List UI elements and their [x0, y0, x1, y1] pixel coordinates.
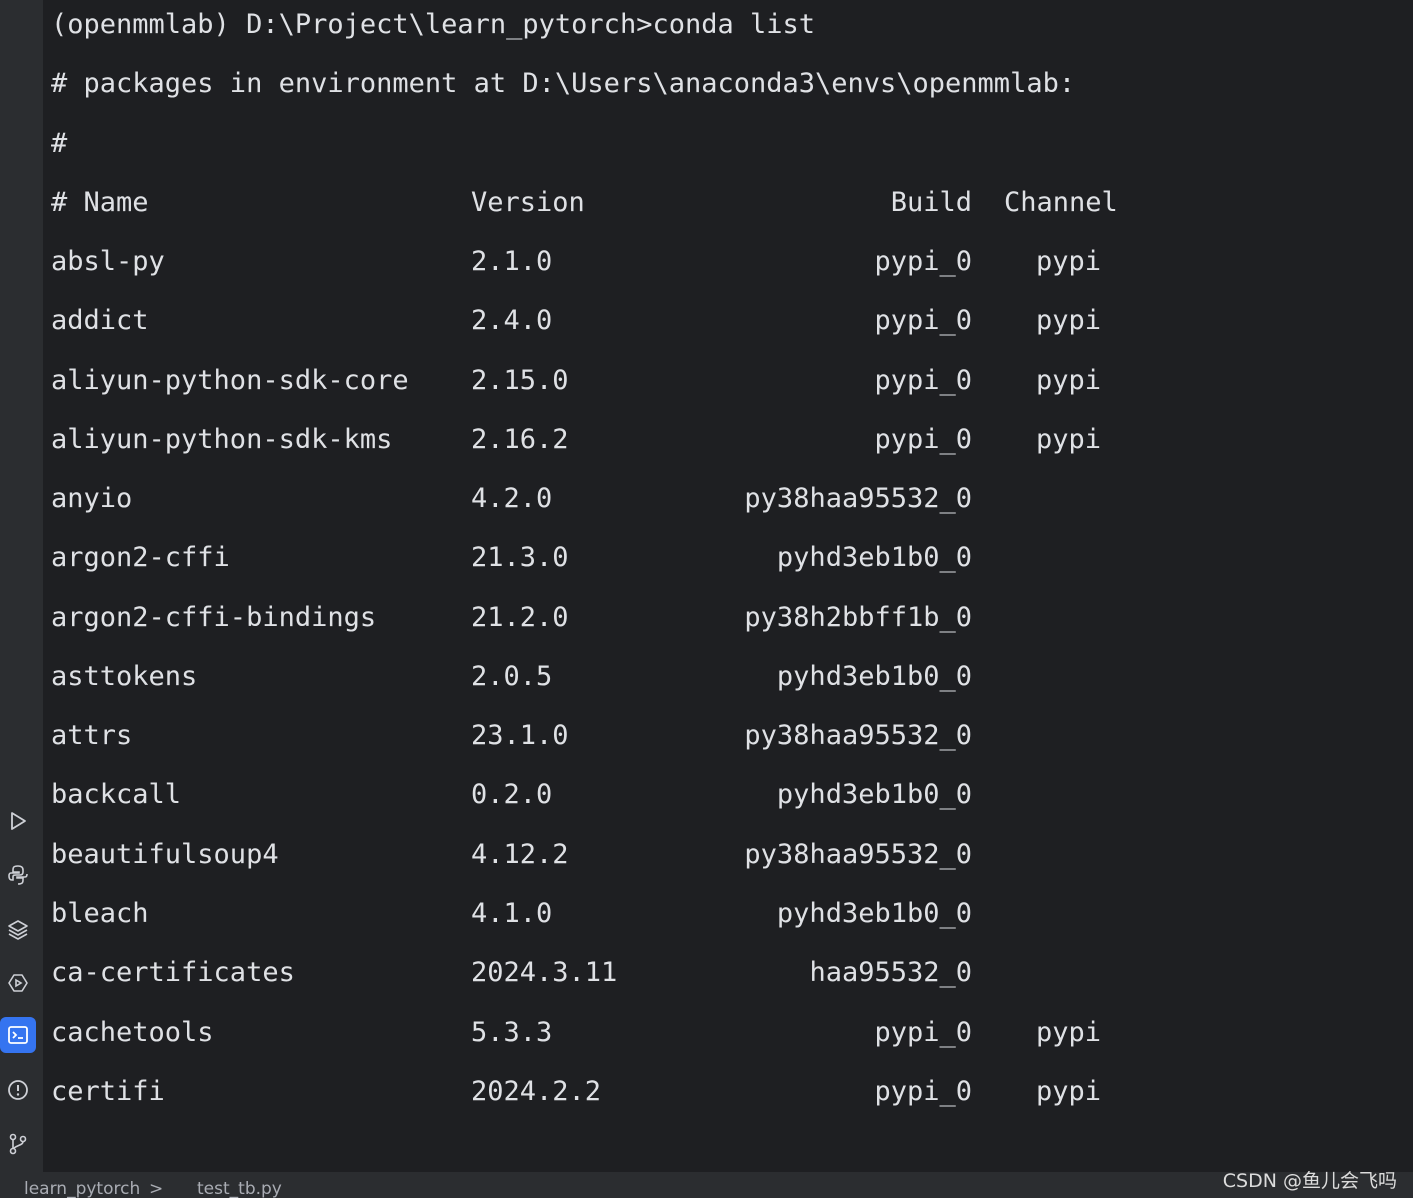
package-build: py38haa95532_0 — [744, 720, 972, 751]
header-version: Version — [471, 187, 585, 218]
header-name: # Name — [51, 187, 149, 218]
terminal-icon[interactable] — [0, 1017, 36, 1053]
services-icon[interactable] — [0, 965, 36, 1001]
package-version: 2.1.0 — [471, 246, 553, 277]
package-channel: pypi — [1036, 1017, 1102, 1048]
package-version: 4.2.0 — [471, 483, 553, 514]
header-build: Build — [890, 187, 972, 218]
package-build: pypi_0 — [874, 1076, 972, 1107]
package-name: beautifulsoup4 — [51, 839, 279, 870]
package-build: pyhd3eb1b0_0 — [776, 779, 972, 810]
package-version: 2024.3.11 — [471, 957, 618, 988]
table-header: # Name Version Build Channel — [43, 187, 1413, 219]
ide-window: (openmmlab) D:\Project\learn_pytorch>con… — [0, 0, 1413, 1198]
package-build: py38haa95532_0 — [744, 483, 972, 514]
package-name: absl-py — [51, 246, 165, 277]
status-bar: learn_pytorch > test_tb.py — [0, 1172, 1413, 1198]
package-build: pypi_0 — [874, 424, 972, 455]
package-name: anyio — [51, 483, 133, 514]
package-version: 2.4.0 — [471, 305, 553, 336]
command-prompt-line: (openmmlab) D:\Project\learn_pytorch>con… — [51, 9, 816, 40]
table-row: argon2-cffi-bindings 21.2.0 py38h2bbff1b… — [43, 602, 1413, 634]
package-version: 2024.2.2 — [471, 1076, 602, 1107]
table-row: aliyun-python-sdk-core 2.15.0 pypi_0 pyp… — [43, 365, 1413, 397]
package-version: 4.1.0 — [471, 898, 553, 929]
breadcrumb-file[interactable]: test_tb.py — [197, 1179, 282, 1198]
package-version: 5.3.3 — [471, 1017, 553, 1048]
table-row: attrs 23.1.0 py38haa95532_0 — [43, 720, 1413, 752]
package-name: cachetools — [51, 1017, 214, 1048]
header-channel: Channel — [1004, 187, 1118, 218]
package-channel: pypi — [1036, 1076, 1102, 1107]
package-build: py38h2bbff1b_0 — [744, 602, 972, 633]
package-name: certifi — [51, 1076, 165, 1107]
breadcrumb-project[interactable]: learn_pytorch — [24, 1179, 140, 1198]
package-version: 2.16.2 — [471, 424, 569, 455]
package-build: pyhd3eb1b0_0 — [776, 661, 972, 692]
package-build: py38haa95532_0 — [744, 839, 972, 870]
package-build: pyhd3eb1b0_0 — [776, 898, 972, 929]
environment-path-line: # packages in environment at D:\Users\an… — [51, 68, 1076, 99]
package-version: 21.3.0 — [471, 542, 569, 573]
run-icon[interactable] — [0, 803, 36, 839]
package-name: ca-certificates — [51, 957, 295, 988]
comment-line: # — [51, 128, 68, 159]
package-version: 21.2.0 — [471, 602, 569, 633]
table-row: absl-py 2.1.0 pypi_0 pypi — [43, 246, 1413, 278]
package-name: bleach — [51, 898, 149, 929]
problems-icon[interactable] — [0, 1072, 36, 1108]
python-console-icon[interactable] — [0, 857, 36, 893]
table-row: anyio 4.2.0 py38haa95532_0 — [43, 483, 1413, 515]
package-build: pypi_0 — [874, 1017, 972, 1048]
package-build: pyhd3eb1b0_0 — [776, 542, 972, 573]
package-build: haa95532_0 — [809, 957, 972, 988]
package-name: backcall — [51, 779, 182, 810]
package-version: 4.12.2 — [471, 839, 569, 870]
breadcrumb-separator: > — [149, 1179, 164, 1198]
package-name: argon2-cffi-bindings — [51, 602, 377, 633]
table-row: cachetools 5.3.3 pypi_0 pypi — [43, 1017, 1413, 1049]
package-name: attrs — [51, 720, 133, 751]
package-channel: pypi — [1036, 424, 1102, 455]
package-build: pypi_0 — [874, 305, 972, 336]
table-row: aliyun-python-sdk-kms 2.16.2 pypi_0 pypi — [43, 424, 1413, 456]
package-channel: pypi — [1036, 246, 1102, 277]
table-row: beautifulsoup4 4.12.2 py38haa95532_0 — [43, 839, 1413, 871]
table-row: bleach 4.1.0 pyhd3eb1b0_0 — [43, 898, 1413, 930]
package-channel: pypi — [1036, 365, 1102, 396]
package-version: 0.2.0 — [471, 779, 553, 810]
csdn-watermark: CSDN @鱼儿会飞吗 — [1222, 1170, 1397, 1192]
package-name: argon2-cffi — [51, 542, 230, 573]
table-row: ca-certificates 2024.3.11 haa95532_0 — [43, 957, 1413, 989]
git-branch-icon[interactable] — [0, 1126, 36, 1162]
package-name: aliyun-python-sdk-core — [51, 365, 409, 396]
package-name: asttokens — [51, 661, 198, 692]
layers-icon[interactable] — [0, 911, 36, 947]
table-row: backcall 0.2.0 pyhd3eb1b0_0 — [43, 779, 1413, 811]
tool-window-sidebar — [0, 0, 43, 1172]
package-version: 2.15.0 — [471, 365, 569, 396]
terminal-output[interactable]: (openmmlab) D:\Project\learn_pytorch>con… — [43, 0, 1413, 1172]
package-build: pypi_0 — [874, 246, 972, 277]
package-name: addict — [51, 305, 149, 336]
table-row: argon2-cffi 21.3.0 pyhd3eb1b0_0 — [43, 542, 1413, 574]
package-channel: pypi — [1036, 305, 1102, 336]
table-row: certifi 2024.2.2 pypi_0 pypi — [43, 1076, 1413, 1108]
package-version: 23.1.0 — [471, 720, 569, 751]
package-name: aliyun-python-sdk-kms — [51, 424, 393, 455]
table-row: addict 2.4.0 pypi_0 pypi — [43, 305, 1413, 337]
table-row: asttokens 2.0.5 pyhd3eb1b0_0 — [43, 661, 1413, 693]
package-version: 2.0.5 — [471, 661, 553, 692]
package-build: pypi_0 — [874, 365, 972, 396]
